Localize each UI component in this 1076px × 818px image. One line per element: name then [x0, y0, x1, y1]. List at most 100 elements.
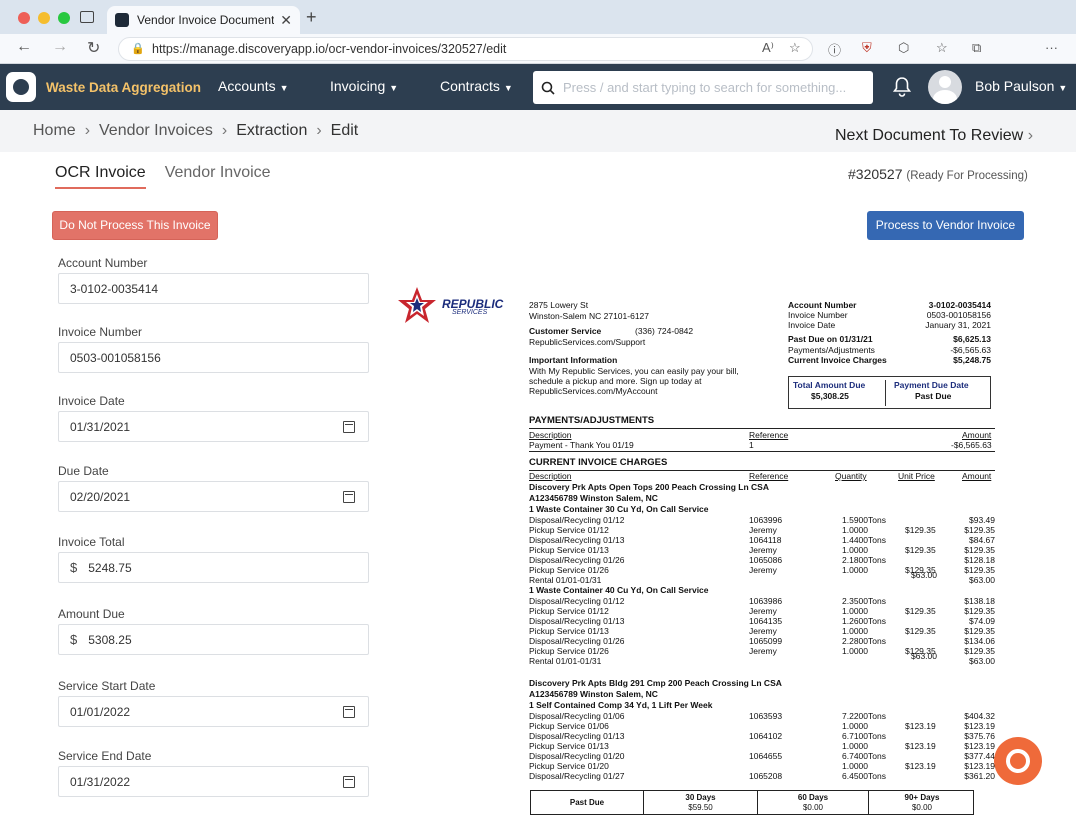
summary-label: Current Invoice Charges	[788, 355, 887, 365]
charge-quantity: 1.2600Tons	[842, 616, 886, 626]
read-aloud-icon[interactable]: A⁾	[762, 40, 774, 56]
charge-description: Disposal/Recycling 01/06	[529, 711, 625, 721]
invoice-date-input[interactable]: 01/31/2021	[58, 411, 369, 442]
breadcrumb-edit: Edit	[330, 122, 359, 139]
charge-amount: $129.35	[964, 646, 995, 656]
help-button[interactable]	[994, 737, 1042, 785]
service-end-date-input[interactable]: 01/31/2022	[58, 766, 369, 797]
do-not-process-button[interactable]: Do Not Process This Invoice	[52, 211, 218, 240]
brand-title[interactable]: Waste Data Aggregation	[46, 80, 201, 95]
charge-description: Pickup Service 01/20	[529, 761, 609, 771]
invoice-total-input[interactable]: $5248.75	[58, 552, 369, 583]
favorites-bar-icon[interactable]: ☆	[936, 40, 948, 56]
calendar-icon[interactable]	[343, 706, 355, 718]
charge-quantity: 1.0000	[842, 525, 868, 535]
app-logo[interactable]	[6, 72, 36, 102]
menu-label: Invoicing	[330, 78, 386, 94]
menu-accounts[interactable]: Accounts ▼	[218, 78, 289, 94]
service-title: 1 Waste Container 40 Cu Yd, On Call Serv…	[529, 585, 709, 595]
col-description: Description	[529, 471, 572, 481]
charge-reference: 1065099	[749, 636, 783, 646]
due-date-input[interactable]: 02/20/2021	[58, 481, 369, 512]
shield-icon[interactable]: ⛨	[862, 40, 872, 56]
favorite-icon[interactable]: ☆	[789, 40, 801, 56]
charge-quantity: 2.1800Tons	[842, 555, 886, 565]
search-icon	[541, 81, 555, 95]
bell-icon[interactable]	[892, 76, 912, 98]
breadcrumb-vendor-invoices[interactable]: Vendor Invoices	[99, 122, 213, 140]
charge-description: Disposal/Recycling 01/12	[529, 515, 625, 525]
charge-quantity: 1.0000	[842, 741, 868, 751]
more-icon[interactable]: ···	[1045, 40, 1058, 55]
info-text: With My Republic Services, you can easil…	[529, 366, 739, 376]
next-document-link[interactable]: Next Document To Review ›	[835, 127, 1033, 145]
charge-reference: Jeremy	[749, 525, 777, 535]
breadcrumb-home[interactable]: Home	[33, 122, 76, 140]
tab-ocr-invoice[interactable]: OCR Invoice	[55, 164, 146, 189]
minimize-window-button[interactable]	[38, 12, 50, 24]
calendar-icon[interactable]	[343, 776, 355, 788]
process-button[interactable]: Process to Vendor Invoice	[867, 211, 1024, 240]
charge-description: Rental 01/01-01/31	[529, 656, 602, 666]
reload-icon[interactable]: ↻	[87, 38, 100, 58]
charge-description: Pickup Service 01/06	[529, 721, 609, 731]
lifebuoy-icon	[1006, 749, 1030, 773]
close-tab-icon[interactable]: ✕	[280, 12, 292, 29]
breadcrumb-extraction[interactable]: Extraction	[236, 122, 307, 140]
aging-cell: 90+ Days $0.00	[868, 791, 975, 814]
avatar[interactable]	[928, 70, 962, 104]
summary-value: $5,248.75	[953, 355, 991, 365]
back-icon[interactable]: ←	[16, 38, 32, 56]
charge-amount: $377.44	[964, 751, 995, 761]
amount-due-input[interactable]: $5308.25	[58, 624, 369, 655]
divider	[529, 451, 995, 452]
charge-reference: Jeremy	[749, 545, 777, 555]
charge-amount: $129.35	[964, 565, 995, 575]
search-input[interactable]	[563, 80, 863, 95]
invoice-number-input[interactable]: 0503-001058156	[58, 342, 369, 373]
charge-reference: 1064102	[749, 731, 783, 741]
address-line: Winston-Salem NC 27101-6127	[529, 311, 650, 321]
chevron-down-icon: ▼	[503, 83, 513, 93]
maximize-window-button[interactable]	[58, 12, 70, 24]
charge-unit-price: $123.19	[905, 741, 936, 751]
charge-unit-price: $123.19	[905, 721, 936, 731]
summary-value: 0503-001058156	[926, 310, 991, 320]
payment-due-label: Payment Due Date	[894, 380, 969, 390]
account-number-input[interactable]: 3-0102-0035414	[58, 273, 369, 304]
chevron-right-icon: ›	[221, 122, 228, 139]
aging-value: $59.50	[688, 803, 713, 812]
col-quantity: Quantity	[835, 471, 867, 481]
forward-icon[interactable]: →	[52, 38, 68, 56]
summary-label: Account Number	[788, 300, 857, 310]
charge-quantity: 1.0000	[842, 761, 868, 771]
tab-title: Vendor Invoice Document Extr	[137, 13, 275, 27]
customer-service-phone: (336) 724-0842	[635, 326, 694, 336]
new-tab-icon[interactable]: +	[306, 7, 317, 28]
charge-reference: 1065208	[749, 771, 783, 781]
close-window-button[interactable]	[18, 12, 30, 24]
browser-tab[interactable]: Vendor Invoice Document Extr ✕	[107, 6, 300, 34]
tab-vendor-invoice[interactable]: Vendor Invoice	[165, 164, 271, 189]
charge-amount: $123.19	[964, 761, 995, 771]
collections-icon[interactable]: ⧉	[972, 40, 981, 56]
charge-reference: 1064118	[749, 535, 782, 545]
aging-label: Past Due	[569, 798, 605, 807]
address-line: 2875 Lowery St	[529, 300, 589, 310]
user-menu[interactable]: Bob Paulson ▼	[975, 78, 1067, 94]
url-field[interactable]: 🔒 https://manage.discoveryapp.io/ocr-ven…	[118, 37, 813, 61]
password-icon[interactable]: ⓘ	[828, 40, 841, 59]
service-start-date-input[interactable]: 01/01/2022	[58, 696, 369, 727]
field-label: Invoice Number	[58, 325, 143, 339]
sidebar-icon[interactable]	[80, 11, 94, 23]
aging-box: Past Due 30 Days $59.50 60 Days $0.00 90+ Day…	[530, 790, 974, 815]
menu-invoicing[interactable]: Invoicing ▼	[330, 78, 398, 94]
calendar-icon[interactable]	[343, 421, 355, 433]
extensions-icon[interactable]: ⬡	[898, 40, 909, 56]
calendar-icon[interactable]	[343, 491, 355, 503]
charge-quantity: 1.5900Tons	[842, 515, 886, 525]
field-label: Account Number	[58, 256, 148, 270]
charge-quantity: 1.0000	[842, 626, 868, 636]
menu-contracts[interactable]: Contracts ▼	[440, 78, 513, 94]
divider	[885, 380, 886, 406]
